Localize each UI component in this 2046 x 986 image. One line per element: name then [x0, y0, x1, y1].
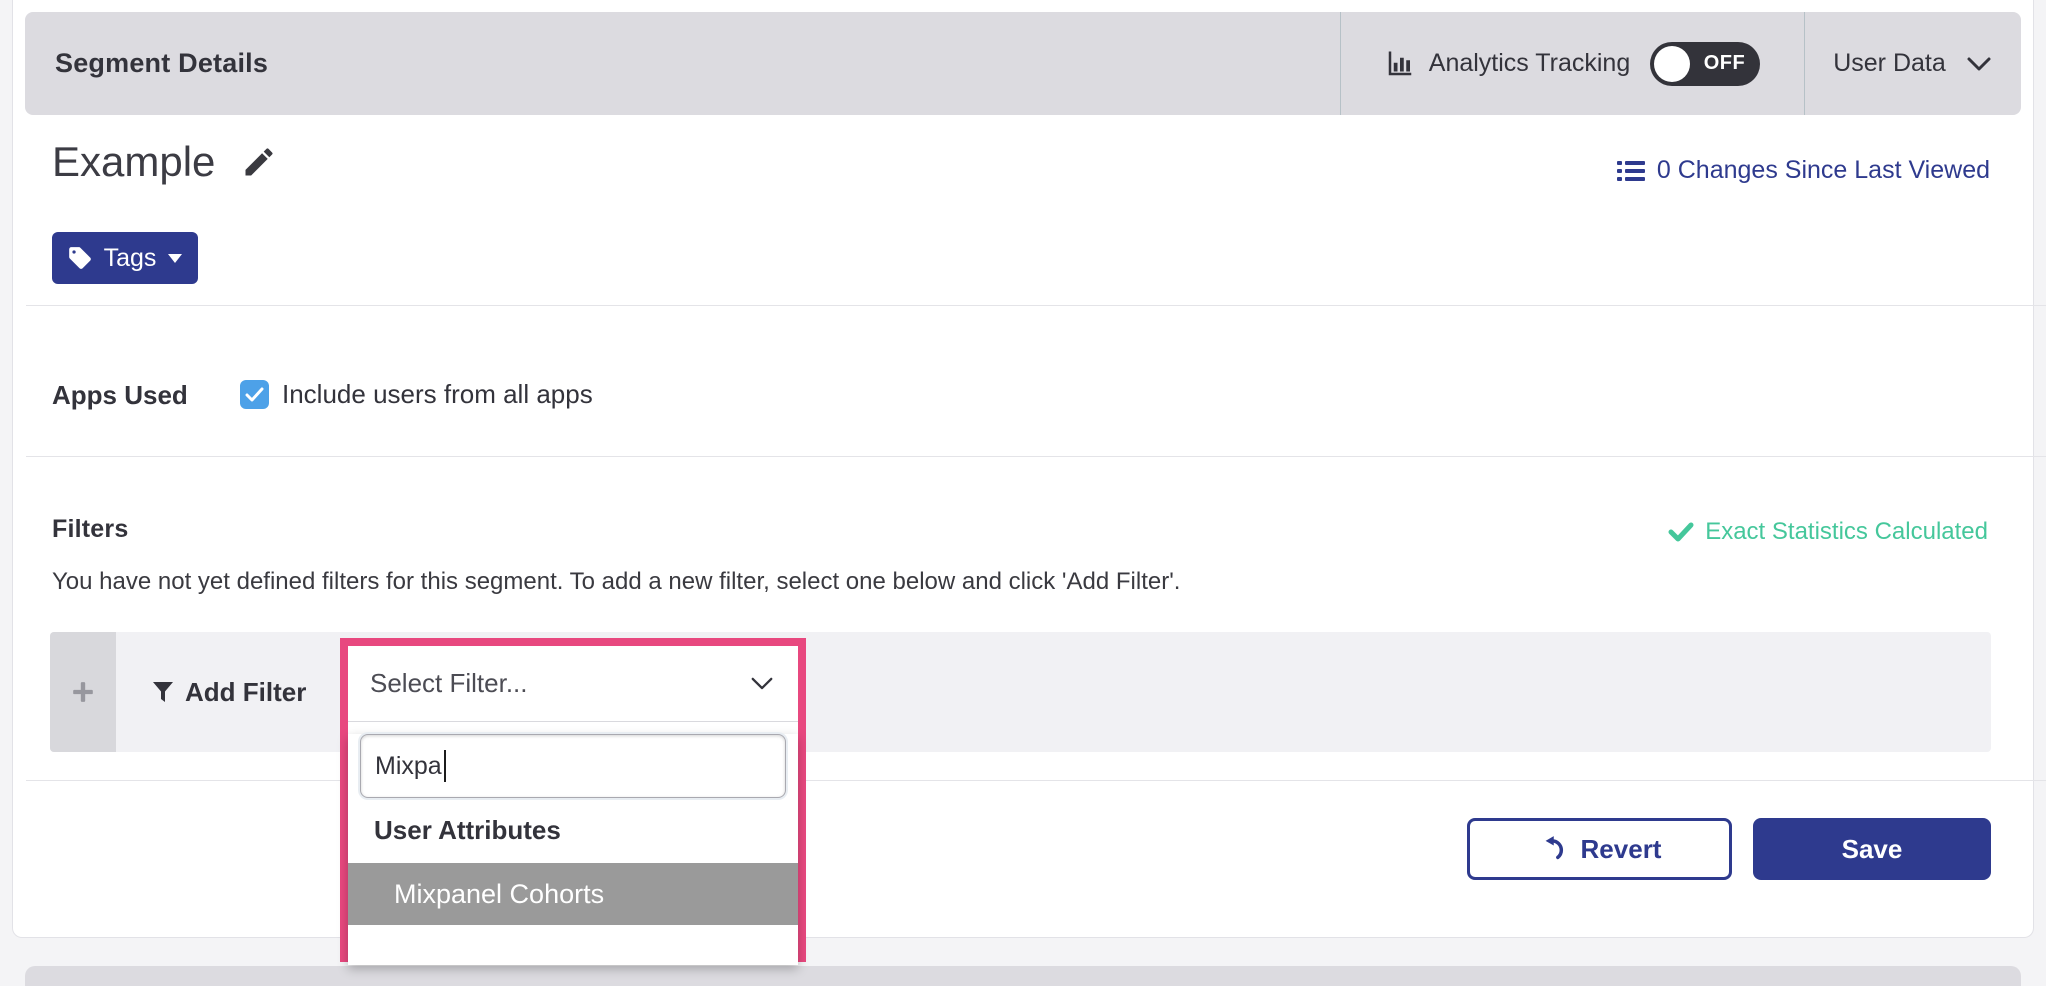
page-title: Segment Details [25, 48, 268, 79]
filter-search-value: Mixpa [375, 752, 442, 781]
edit-pencil-icon[interactable] [241, 144, 277, 180]
section-divider [26, 780, 2046, 781]
section-divider [26, 305, 2046, 306]
dropdown-group-user-attributes: User Attributes [348, 815, 798, 846]
toggle-knob [1654, 46, 1690, 82]
checkbox-checked-icon[interactable] [240, 380, 269, 409]
include-all-apps-checkbox-row[interactable]: Include users from all apps [240, 379, 593, 410]
undo-icon [1538, 835, 1566, 863]
segment-name: Example [52, 138, 215, 186]
exact-statistics-label: Exact Statistics Calculated [1705, 518, 1988, 546]
revert-button-label: Revert [1581, 834, 1662, 865]
tags-button[interactable]: Tags [52, 232, 198, 284]
card-header-bar: Segment Details Analytics Tracking OFF U… [25, 12, 2021, 115]
bar-chart-icon [1385, 49, 1415, 79]
revert-button[interactable]: Revert [1467, 818, 1732, 880]
changes-link-label: 0 Changes Since Last Viewed [1657, 156, 1990, 185]
filters-description: You have not yet defined filters for thi… [52, 568, 1180, 596]
save-button[interactable]: Save [1753, 818, 1991, 880]
segment-details-page: Segment Details Analytics Tracking OFF U… [0, 0, 2046, 986]
toggle-state-label: OFF [1704, 52, 1746, 75]
caret-down-icon [167, 253, 183, 264]
add-filter-label-group: Add Filter [152, 632, 306, 752]
apps-used-label: Apps Used [52, 380, 188, 411]
next-section-header-bar [25, 966, 2021, 986]
filter-dropdown-highlight-box: Select Filter... Mixpa User Attributes M… [340, 638, 806, 962]
user-data-dropdown[interactable]: User Data [1804, 12, 2020, 115]
chevron-down-icon [1966, 56, 1992, 72]
section-divider [26, 456, 2046, 457]
add-filter-plus-button[interactable] [50, 632, 116, 752]
change-list-icon [1617, 159, 1645, 183]
filter-funnel-icon [152, 681, 174, 703]
add-filter-label: Add Filter [185, 677, 306, 708]
changes-since-last-viewed-link[interactable]: 0 Changes Since Last Viewed [1617, 156, 1990, 185]
segment-title-row: Example [52, 138, 277, 186]
chevron-down-icon [750, 676, 774, 691]
analytics-tracking-section: Analytics Tracking OFF [1340, 12, 1804, 115]
dropdown-option-mixpanel-cohorts[interactable]: Mixpanel Cohorts [348, 863, 798, 925]
plus-icon [71, 680, 95, 704]
save-button-label: Save [1842, 834, 1903, 865]
check-icon [1668, 522, 1694, 542]
filter-search-input[interactable]: Mixpa [360, 734, 786, 798]
analytics-tracking-toggle[interactable]: OFF [1650, 42, 1760, 86]
select-filter-dropdown[interactable]: Select Filter... [348, 646, 798, 722]
exact-statistics-status: Exact Statistics Calculated [1668, 518, 1988, 546]
user-data-label: User Data [1833, 49, 1946, 78]
analytics-tracking-label: Analytics Tracking [1429, 49, 1630, 78]
tags-button-label: Tags [104, 244, 157, 273]
filter-dropdown-panel: Mixpa User Attributes Mixpanel Cohorts [348, 734, 798, 965]
tag-icon [67, 245, 93, 271]
segment-details-card [12, 0, 2034, 938]
filters-section-label: Filters [52, 515, 128, 544]
text-cursor [444, 750, 446, 782]
select-filter-placeholder: Select Filter... [370, 668, 528, 699]
include-all-apps-label: Include users from all apps [282, 379, 593, 410]
